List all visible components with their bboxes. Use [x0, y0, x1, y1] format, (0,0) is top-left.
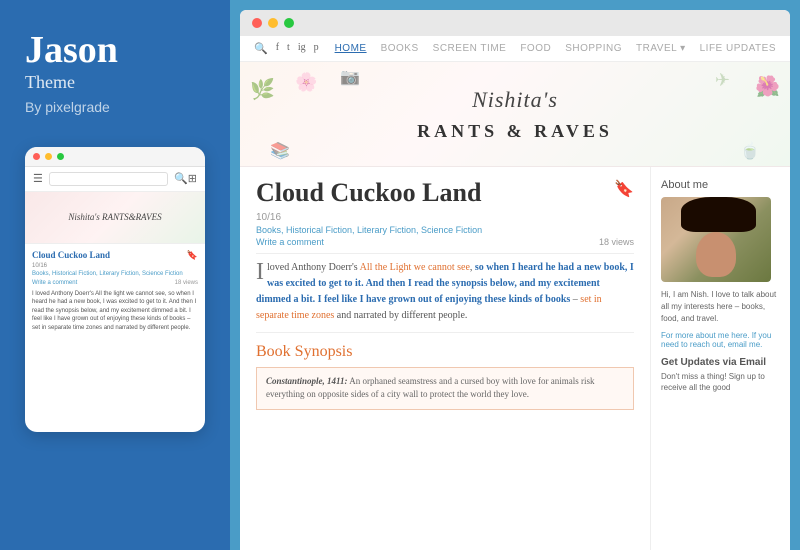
theme-name: Jason [25, 30, 205, 72]
mobile-search-icon: 🔍 [174, 172, 188, 185]
mobile-post-title: Cloud Cuckoo Land [32, 250, 198, 260]
post-views: 18 views [599, 237, 634, 247]
left-panel: Jason Theme By pixelgrade ☰ 🔍 ⊞ Nishita'… [0, 0, 230, 550]
mobile-dot-green [57, 153, 64, 160]
mobile-dot-red [33, 153, 40, 160]
facebook-icon[interactable]: f [276, 42, 279, 55]
section-title: Book Synopsis [256, 343, 634, 361]
mobile-dot-yellow [45, 153, 52, 160]
browser-dot-green[interactable] [284, 18, 294, 28]
theme-label: Theme [25, 72, 205, 93]
search-icon[interactable]: 🔍 [254, 42, 268, 55]
sidebar-updates-title: Get Updates via Email [661, 357, 780, 368]
deco-leaf-left: 🌿 [250, 77, 275, 102]
nav-life-updates[interactable]: LIFE UPDATES [700, 43, 776, 54]
browser-dot-red[interactable] [252, 18, 262, 28]
deco-cherry: 🌸 [295, 72, 317, 93]
mobile-content: 🔖 Cloud Cuckoo Land 10/16 Books, Histori… [25, 244, 205, 338]
mobile-top-bar [25, 147, 205, 167]
nav-travel[interactable]: TRAVEL ▾ [636, 43, 686, 54]
write-comment-link[interactable]: Write a comment [256, 237, 324, 247]
instagram-icon[interactable]: ig [298, 42, 306, 55]
blog-sidebar: About me Hi, I am Nish. I love to talk a… [650, 167, 790, 550]
sidebar-contact: For more about me here. If you need to r… [661, 331, 780, 349]
blog-content: 🔍 f t ig p HOME BOOKS SCREEN TIME FOOD S… [240, 36, 790, 550]
nav-shopping[interactable]: SHOPPING [565, 43, 622, 54]
sidebar-avatar [661, 197, 771, 282]
mobile-post-excerpt: I loved Anthony Doerr's All the light we… [32, 290, 198, 332]
post-title: Cloud Cuckoo Land [256, 179, 634, 208]
avatar-face [696, 232, 736, 277]
deco-camera: 📷 [340, 67, 360, 87]
sidebar-updates-text: Don't miss a thing! Sign up to receive a… [661, 371, 780, 393]
drop-cap: I [256, 260, 264, 284]
mobile-preview: ☰ 🔍 ⊞ Nishita's RANTS&RAVES 🔖 Cloud Cuck… [25, 147, 205, 432]
deco-plane: ✈ [715, 70, 730, 91]
avatar-hair [681, 197, 756, 232]
sidebar-bio: Hi, I am Nish. I love to talk about all … [661, 289, 780, 325]
mobile-blog-header: Nishita's RANTS&RAVES [25, 192, 205, 244]
blog-main: 🔖 Cloud Cuckoo Land 10/16 Books, Histori… [240, 167, 790, 550]
blog-left: 🔖 Cloud Cuckoo Land 10/16 Books, Histori… [240, 167, 650, 550]
post-bookmark-icon: 🔖 [614, 179, 634, 199]
mobile-menu-icon: ☰ [33, 172, 43, 185]
deco-book: 📚 [270, 141, 290, 161]
pinterest-icon[interactable]: p [314, 42, 319, 55]
blog-banner-title: Nishita's RANTS & RAVES [417, 84, 613, 144]
deco-tea: 🍵 [740, 141, 760, 161]
post-meta-date: 10/16 [256, 212, 634, 223]
mobile-search-bar [49, 172, 168, 186]
post-divider [256, 253, 634, 254]
post-divider-2 [256, 332, 634, 333]
mobile-bookmark-icon: 🔖 [187, 250, 198, 261]
post-body: I loved Anthony Doerr's All the Light we… [256, 260, 634, 324]
nav-home[interactable]: HOME [335, 43, 367, 54]
deco-flower-right: 🌺 [755, 74, 780, 99]
browser-window: 🔍 f t ig p HOME BOOKS SCREEN TIME FOOD S… [240, 10, 790, 550]
mobile-toolbar: ☰ 🔍 ⊞ [25, 167, 205, 192]
nav-books[interactable]: BOOKS [381, 43, 419, 54]
nav-food[interactable]: FOOD [520, 43, 551, 54]
nav-screen-time[interactable]: SCREEN TIME [433, 43, 507, 54]
blog-nav-icons: 🔍 f t ig p [254, 42, 319, 55]
blog-nav-menu: HOME BOOKS SCREEN TIME FOOD SHOPPING TRA… [335, 43, 776, 54]
blog-header-banner: 🌿 🌸 📷 ✈ 🌺 📚 🍵 Nishita's RANTS & RAVES [240, 62, 790, 167]
mobile-share-icon: ⊞ [188, 172, 197, 185]
post-meta-write: Write a comment 18 views [256, 237, 634, 247]
browser-titlebar [240, 10, 790, 36]
post-meta-tags: Books, Historical Fiction, Literary Fict… [256, 225, 634, 235]
blog-nav: 🔍 f t ig p HOME BOOKS SCREEN TIME FOOD S… [240, 36, 790, 62]
right-panel: 🔍 f t ig p HOME BOOKS SCREEN TIME FOOD S… [230, 0, 800, 550]
synopsis-place: Constantinople, 1411: [266, 376, 348, 386]
by-line: By pixelgrade [25, 99, 205, 115]
blog-title-italic: Nishita's [472, 87, 558, 112]
blog-title-bold: RANTS & RAVES [417, 121, 613, 141]
synopsis-box: Constantinople, 1411: An orphaned seamst… [256, 367, 634, 410]
sidebar-about-title: About me [661, 179, 780, 191]
mobile-post-meta: 10/16 Books, Historical Fiction, Literar… [32, 262, 198, 287]
browser-dot-yellow[interactable] [268, 18, 278, 28]
twitter-icon[interactable]: t [287, 42, 290, 55]
